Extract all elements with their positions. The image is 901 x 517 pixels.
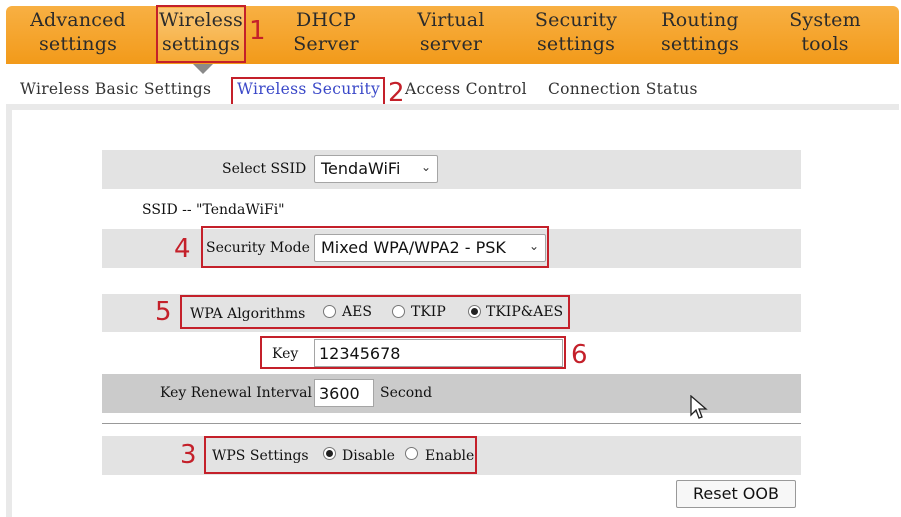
nav-label-line1: DHCP	[296, 9, 356, 31]
nav-label-line2: Server	[293, 33, 359, 55]
key-renewal-label: Key Renewal Interval	[160, 385, 312, 401]
sub-navigation: Wireless Basic Settings Wireless Securit…	[0, 76, 901, 104]
nav-label-line1: Virtual	[417, 9, 485, 31]
nav-routing-settings[interactable]: Routing settings	[639, 8, 761, 62]
nav-dhcp-server[interactable]: DHCP Server	[265, 8, 387, 62]
active-nav-caret-icon	[193, 64, 213, 74]
nav-label-line1: Routing	[661, 9, 739, 31]
nav-system-tools[interactable]: System tools	[764, 8, 886, 62]
nav-label-line1: Advanced	[30, 9, 126, 31]
nav-advanced-settings[interactable]: Advanced settings	[17, 8, 139, 62]
annotation-box-6	[260, 336, 566, 369]
nav-label-line2: settings	[536, 33, 616, 55]
nav-label-line1: System	[789, 9, 861, 31]
select-ssid-dropdown[interactable]: TendaWiFi ⌄	[314, 155, 438, 183]
subnav-connection-status[interactable]: Connection Status	[548, 80, 698, 98]
key-renewal-unit: Second	[380, 385, 433, 401]
nav-label-line2: tools	[801, 33, 849, 55]
annotation-number-6: 6	[571, 340, 588, 370]
section-divider	[102, 423, 801, 424]
ssid-info-text: SSID -- "TendaWiFi"	[142, 202, 285, 218]
annotation-box-1	[156, 5, 246, 63]
nav-label-line2: settings	[660, 33, 740, 55]
nav-label-line1: Security	[534, 9, 618, 31]
select-ssid-label: Select SSID	[222, 161, 307, 177]
nav-virtual-server[interactable]: Virtual server	[390, 8, 512, 62]
chevron-down-icon: ⌄	[420, 160, 431, 174]
annotation-box-4	[201, 226, 549, 268]
key-renewal-value: 3600	[319, 384, 360, 403]
annotation-number-3: 3	[180, 440, 197, 470]
nav-security-settings[interactable]: Security settings	[515, 8, 637, 62]
reset-oob-button[interactable]: Reset OOB	[676, 480, 796, 508]
annotation-box-5	[180, 295, 570, 329]
key-renewal-input[interactable]: 3600	[314, 379, 374, 407]
subnav-wireless-basic-settings[interactable]: Wireless Basic Settings	[20, 80, 211, 98]
select-ssid-row: Select SSID TendaWiFi ⌄	[102, 150, 801, 189]
annotation-box-3	[204, 436, 477, 474]
nav-label-line2: settings	[38, 33, 118, 55]
subnav-access-control[interactable]: Access Control	[405, 80, 527, 98]
annotation-number-1: 1	[249, 16, 266, 46]
mouse-pointer-icon	[690, 395, 708, 419]
annotation-number-4: 4	[174, 234, 191, 264]
nav-label-line2: server	[419, 33, 483, 55]
top-navigation: Advanced settings Wireless settings DHCP…	[6, 6, 899, 64]
select-ssid-value: TendaWiFi	[321, 159, 401, 178]
annotation-number-5: 5	[155, 297, 172, 327]
